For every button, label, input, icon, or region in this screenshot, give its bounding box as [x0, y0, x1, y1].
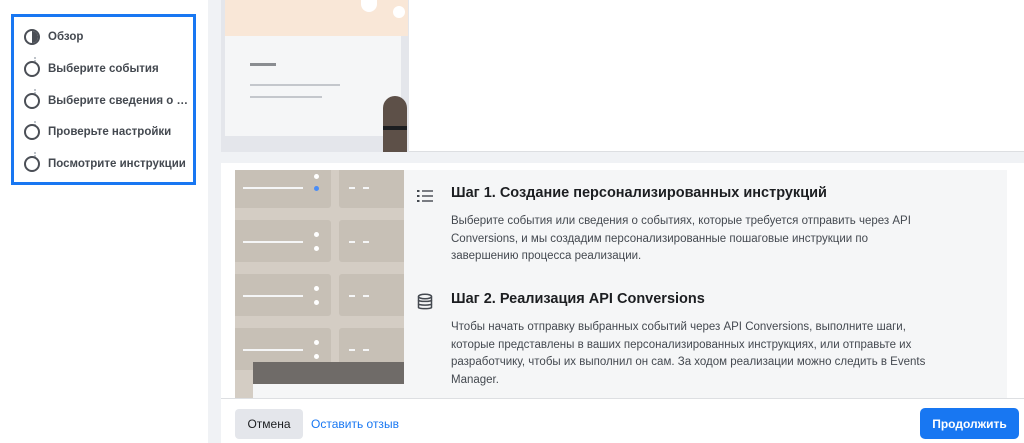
half-filled-circle-icon [24, 29, 40, 45]
stepper-item-review-settings[interactable]: Проверьте настройки [24, 122, 194, 142]
main-content: Шаг 1. Создание персонализированных инст… [221, 0, 1024, 443]
document-illustration [221, 0, 409, 152]
step-2-text: Чтобы начать отправку выбранных событий … [451, 321, 926, 386]
setup-stepper: Обзор Выберите события Выберите сведения… [11, 14, 196, 185]
stepper-item-select-events[interactable]: Выберите события [24, 59, 194, 79]
empty-circle-icon [24, 93, 40, 109]
stepper-item-label: Обзор [48, 31, 84, 43]
stepper-item-label: Проверьте настройки [48, 126, 172, 138]
stepper-item-select-event-details[interactable]: Выберите сведения о событиях [24, 91, 194, 111]
stepper-item-label: Выберите сведения о событиях [48, 95, 194, 107]
stepper-item-overview[interactable]: Обзор [24, 27, 194, 47]
steps-description: Шаг 1. Создание персонализированных инст… [404, 170, 1007, 408]
continue-button[interactable]: Продолжить [920, 408, 1019, 439]
server-rack-illustration [235, 170, 404, 408]
step-1-block: Шаг 1. Создание персонализированных инст… [416, 185, 996, 275]
leave-feedback-link[interactable]: Оставить отзыв [311, 417, 399, 431]
cancel-button[interactable]: Отмена [235, 409, 303, 439]
left-panel: Обзор Выберите события Выберите сведения… [0, 0, 208, 443]
step-2-block: Шаг 2. Реализация API Conversions Чтобы … [416, 291, 996, 401]
step-1-title: Шаг 1. Создание персонализированных инст… [451, 185, 827, 201]
step-1-text: Выберите события или сведения о событиях… [451, 215, 911, 262]
empty-circle-icon [24, 61, 40, 77]
stepper-item-view-instructions[interactable]: Посмотрите инструкции [24, 154, 194, 174]
stepper-item-label: Посмотрите инструкции [48, 158, 186, 170]
intro-card [221, 0, 1024, 152]
footer-bar: Отмена Оставить отзыв Продолжить [221, 398, 1024, 443]
list-icon [417, 190, 433, 202]
database-icon [417, 293, 433, 310]
empty-circle-icon [24, 124, 40, 140]
step-2-title: Шаг 2. Реализация API Conversions [451, 291, 705, 307]
stepper-item-label: Выберите события [48, 63, 159, 75]
empty-circle-icon [24, 156, 40, 172]
